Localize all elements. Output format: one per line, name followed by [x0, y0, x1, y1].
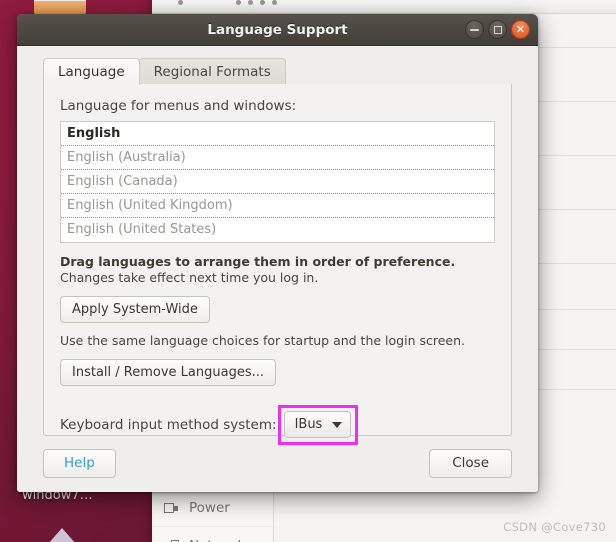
language-list[interactable]: English English (Australia) English (Can… [60, 121, 495, 243]
close-icon[interactable]: ✕ [511, 20, 530, 39]
sidebar-item-label: Power [189, 499, 230, 516]
input-method-value: IBus [294, 417, 323, 432]
input-method-select[interactable]: IBus [283, 411, 352, 438]
dialog-title: Language Support [207, 22, 348, 38]
topbar-dot [260, 0, 265, 5]
dialog-titlebar[interactable]: Language Support ✕ [17, 14, 538, 46]
language-tab-page: Language for menus and windows: English … [43, 84, 512, 445]
dialog-body: Language Regional Formats Language for m… [17, 46, 538, 492]
list-item[interactable]: English (Australia) [61, 146, 494, 170]
input-method-label: Keyboard input method system: [60, 417, 277, 433]
sidebar-item-power[interactable]: Power [152, 488, 273, 526]
dialog-tabs[interactable]: Language Regional Formats [43, 58, 512, 85]
language-support-dialog[interactable]: Language Support ✕ Language Regional For… [17, 14, 538, 492]
settings-window-topbar [152, 0, 616, 14]
input-method-highlight-box: IBus [277, 405, 359, 445]
apply-system-wide-button[interactable]: Apply System-Wide [60, 296, 210, 323]
topbar-dot [236, 0, 241, 5]
language-list-label: Language for menus and windows: [60, 98, 297, 114]
help-button[interactable]: Help [43, 448, 116, 478]
install-remove-languages-button[interactable]: Install / Remove Languages... [60, 359, 276, 386]
list-item[interactable]: English (Canada) [61, 170, 494, 194]
topbar-dot [178, 0, 183, 5]
window-buttons: ✕ [465, 20, 530, 39]
dialog-actions: Help Close [43, 446, 512, 480]
input-method-row: Keyboard input method system: IBus [60, 405, 495, 445]
tab-regional-formats[interactable]: Regional Formats [138, 58, 286, 85]
maximize-icon[interactable] [488, 20, 507, 39]
sidebar-item-label: Network [189, 538, 245, 542]
chevron-down-icon [332, 421, 343, 428]
drag-hint-strong: Drag languages to arrange them in order … [60, 254, 456, 269]
folder-front [34, 1, 86, 15]
close-button[interactable]: Close [429, 448, 512, 478]
network-icon [164, 539, 180, 542]
power-icon [164, 501, 180, 515]
drag-hint: Changes take effect next time you log in… [60, 270, 319, 285]
desktop-file-icon[interactable] [48, 528, 76, 542]
minimize-icon[interactable] [465, 20, 484, 39]
topbar-dot [248, 0, 253, 5]
tab-language[interactable]: Language [43, 58, 140, 85]
sidebar-item-network[interactable]: Network [152, 526, 273, 542]
list-item[interactable]: English (United States) [61, 218, 494, 242]
watermark: CSDN @Cove730 [503, 520, 606, 534]
list-item[interactable]: English [61, 122, 494, 146]
list-item[interactable]: English (United Kingdom) [61, 194, 494, 218]
apply-hint: Use the same language choices for startu… [60, 333, 465, 348]
topbar-dot [272, 0, 277, 5]
